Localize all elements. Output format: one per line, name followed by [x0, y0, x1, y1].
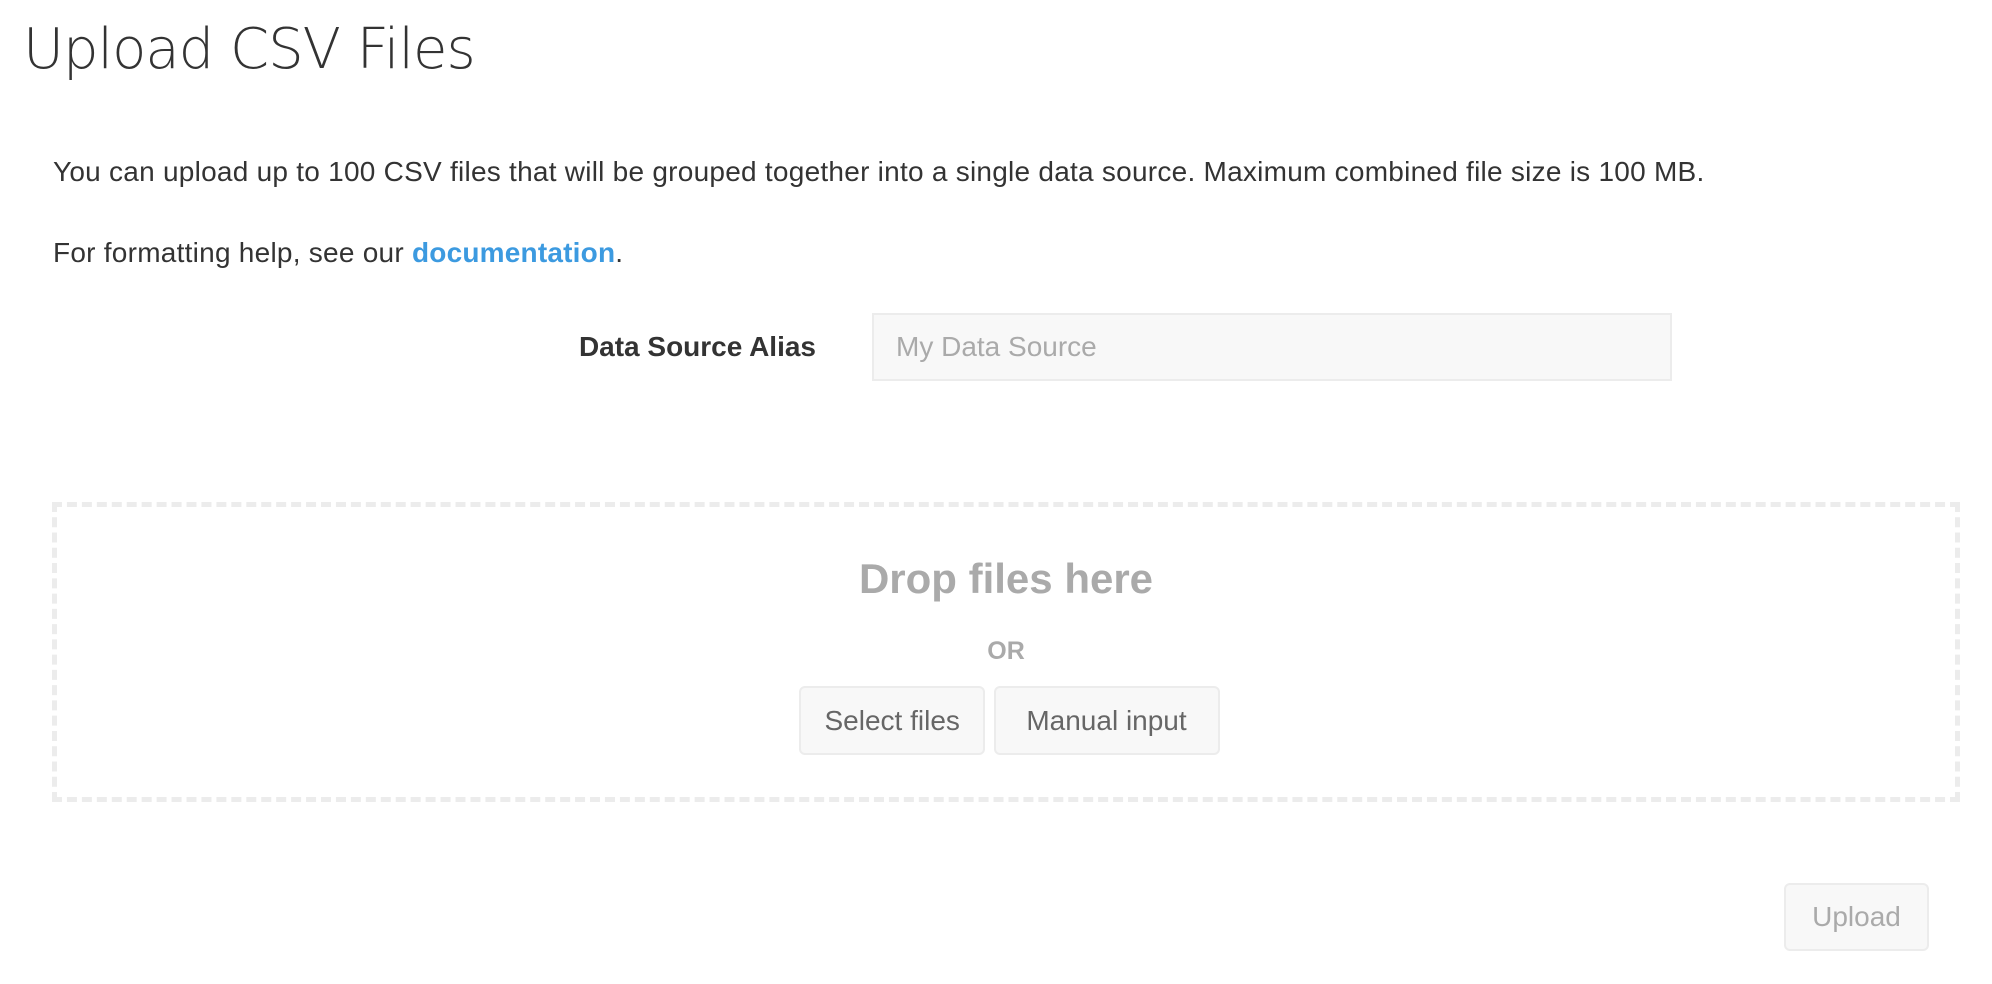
upload-button[interactable]: Upload: [1784, 883, 1929, 951]
or-separator: OR: [987, 637, 1025, 665]
help-suffix: .: [615, 237, 624, 268]
data-source-alias-input[interactable]: [872, 313, 1672, 381]
alias-row: Data Source Alias: [0, 313, 1992, 381]
manual-input-button[interactable]: Manual input: [993, 686, 1220, 755]
select-files-button[interactable]: Select files: [798, 686, 985, 755]
help-prefix: For formatting help, see our: [53, 237, 412, 268]
documentation-link[interactable]: documentation: [412, 237, 615, 268]
help-text: For formatting help, see our documentati…: [53, 233, 623, 273]
intro-text: You can upload up to 100 CSV files that …: [53, 156, 1705, 187]
page-title: Upload CSV Files: [23, 17, 476, 82]
alias-label: Data Source Alias: [578, 331, 816, 362]
dropzone-actions: Select files Manual input: [57, 686, 1955, 755]
drop-files-title: Drop files here: [858, 555, 1154, 602]
file-dropzone[interactable]: Drop files here OR Select files Manual i…: [52, 502, 1960, 802]
